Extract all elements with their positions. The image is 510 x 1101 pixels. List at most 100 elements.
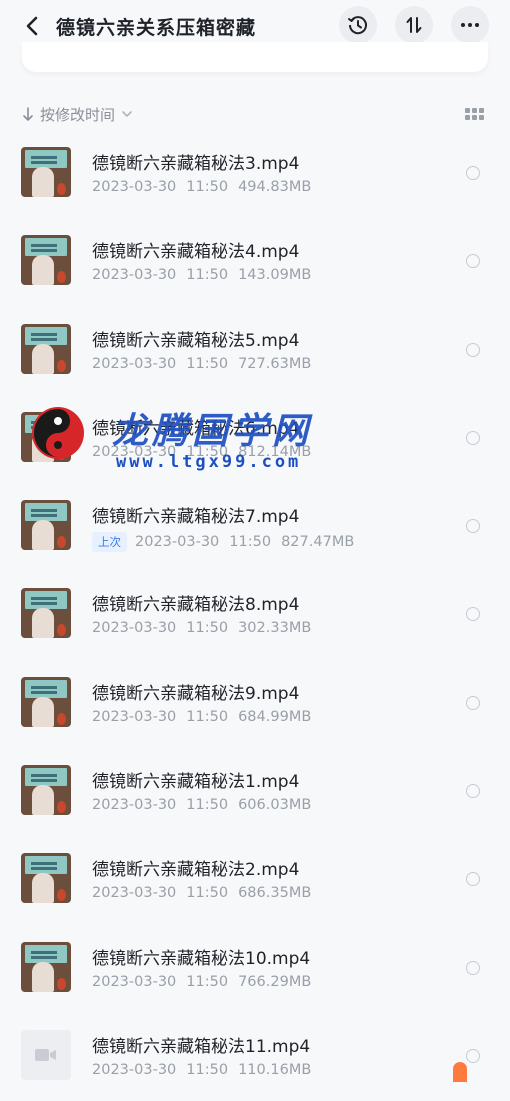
more-dots-icon [461,23,479,27]
file-meta: 2023-03-30 11:50 606.03MB [92,797,311,813]
sort-arrows-icon [406,17,422,33]
file-item[interactable]: 德镜断六亲藏箱秘法5.mp4 2023-03-30 11:50 727.63MB [0,307,510,395]
video-thumbnail [21,941,71,992]
file-item[interactable]: 德镜断六亲藏箱秘法3.mp4 2023-03-30 11:50 494.83MB [0,130,510,218]
video-thumbnail [21,853,71,904]
file-time: 11:50 [186,797,229,814]
file-date: 2023-03-30 [92,973,177,990]
file-date: 2023-03-30 [92,797,177,814]
file-date: 2023-03-30 [92,620,177,637]
video-thumbnail [21,411,71,462]
file-size: 686.35MB [238,885,312,902]
file-meta: 2023-03-30 11:50 766.29MB [92,974,311,990]
file-item[interactable]: 德镜断六亲藏箱秘法4.mp4 2023-03-30 11:50 143.09MB [0,218,510,306]
file-meta: 2023-03-30 11:50 686.35MB [92,885,311,901]
chevron-left-icon [26,16,38,36]
file-time: 11:50 [186,1061,229,1078]
file-date: 2023-03-30 [92,355,177,372]
file-date: 2023-03-30 [92,708,177,725]
file-time: 11:50 [186,179,229,195]
file-date: 2023-03-30 [92,179,177,195]
video-thumbnail [21,765,71,816]
file-item[interactable]: 德镜断六亲藏箱秘法9.mp4 2023-03-30 11:50 684.99MB [0,660,510,748]
last-viewed-badge: 上次 [92,532,127,553]
file-list: 德镜断六亲藏箱秘法3.mp4 2023-03-30 11:50 494.83MB 德镜断… [0,130,510,1101]
select-radio[interactable] [466,519,480,534]
file-name: 德镜断六亲藏箱秘法5.mp4 [92,330,300,351]
sort-selector[interactable]: 按修改时间 [22,101,133,127]
file-date: 2023-03-30 [135,534,220,551]
file-meta: 2023-03-30 11:50 727.63MB [92,356,311,372]
select-radio[interactable] [466,784,480,799]
file-item[interactable]: 德镜断六亲藏箱秘法6.mp4 2023-03-30 11:50 812.14MB [0,395,510,483]
file-size: 606.03MB [238,797,312,814]
file-date: 2023-03-30 [92,267,177,284]
file-item[interactable]: 德镜断六亲藏箱秘法11.mp4 2023-03-30 11:50 110.16MB [0,1013,510,1101]
file-size: 766.29MB [238,973,312,990]
file-time: 11:50 [186,443,229,460]
file-size: 110.16MB [238,1061,312,1078]
file-time: 11:50 [186,708,229,725]
select-radio[interactable] [466,872,480,887]
file-name: 德镜断六亲藏箱秘法8.mp4 [92,595,300,616]
select-radio[interactable] [466,166,480,180]
file-item[interactable]: 德镜断六亲藏箱秘法2.mp4 2023-03-30 11:50 686.35MB [0,836,510,924]
file-item[interactable]: 德镜断六亲藏箱秘法7.mp4 上次 2023-03-30 11:50 827.47MB [0,483,510,571]
file-meta: 2023-03-30 11:50 684.99MB [92,709,311,725]
chevron-down-icon [122,111,132,118]
file-size: 302.33MB [238,620,312,637]
file-time: 11:50 [186,267,229,284]
video-thumbnail [21,323,71,374]
select-radio[interactable] [466,430,480,445]
file-size: 684.99MB [238,708,312,725]
video-thumbnail-placeholder [21,1029,71,1080]
video-thumbnail [21,676,71,727]
select-radio[interactable] [466,254,480,269]
file-name: 德镜断六亲藏箱秘法4.mp4 [92,242,300,263]
video-thumbnail [21,500,71,551]
file-name: 德镜断六亲藏箱秘法10.mp4 [92,948,311,969]
arrow-down-icon [23,107,33,121]
file-name: 德镜断六亲藏箱秘法9.mp4 [92,683,300,704]
file-name: 德镜断六亲藏箱秘法1.mp4 [92,772,300,793]
sort-button[interactable] [395,6,433,44]
video-thumbnail [21,588,71,639]
file-item[interactable]: 德镜断六亲藏箱秘法8.mp4 2023-03-30 11:50 302.33MB [0,571,510,659]
video-camera-icon [35,1048,56,1061]
select-radio[interactable] [466,695,480,710]
select-radio[interactable] [466,1048,480,1063]
file-date: 2023-03-30 [92,885,177,902]
file-size: 143.09MB [238,267,312,284]
back-button[interactable] [18,12,46,40]
file-date: 2023-03-30 [92,443,177,460]
file-time: 11:50 [186,620,229,637]
file-size: 727.63MB [238,355,312,372]
file-date: 2023-03-30 [92,1061,177,1078]
file-name: 德镜断六亲藏箱秘法2.mp4 [92,860,300,881]
file-name: 德镜断六亲藏箱秘法3.mp4 [92,154,300,174]
video-thumbnail [21,147,71,197]
floating-action-tab[interactable] [453,1062,467,1082]
video-thumbnail [21,235,71,286]
file-time: 11:50 [186,885,229,902]
more-button[interactable] [451,6,489,44]
file-size: 812.14MB [238,443,312,460]
file-time: 11:50 [229,534,272,551]
select-radio[interactable] [466,607,480,622]
file-meta: 2023-03-30 11:50 494.83MB [92,179,311,195]
history-clock-icon [348,16,367,35]
file-item[interactable]: 德镜断六亲藏箱秘法10.mp4 2023-03-30 11:50 766.29MB [0,925,510,1013]
file-size: 494.83MB [238,179,312,195]
page-title: 德镜六亲关系压箱密藏 [56,17,257,39]
file-size: 827.47MB [281,534,355,551]
history-button[interactable] [339,6,377,44]
file-meta: 2023-03-30 11:50 110.16MB [92,1062,311,1078]
select-radio[interactable] [466,342,480,357]
grid-view-icon[interactable] [465,108,484,120]
sort-label: 按修改时间 [40,105,116,124]
file-time: 11:50 [186,355,229,372]
search-strip[interactable] [22,42,488,72]
file-item[interactable]: 德镜断六亲藏箱秘法1.mp4 2023-03-30 11:50 606.03MB [0,748,510,836]
file-meta: 上次 2023-03-30 11:50 827.47MB [92,532,355,553]
select-radio[interactable] [466,960,480,975]
